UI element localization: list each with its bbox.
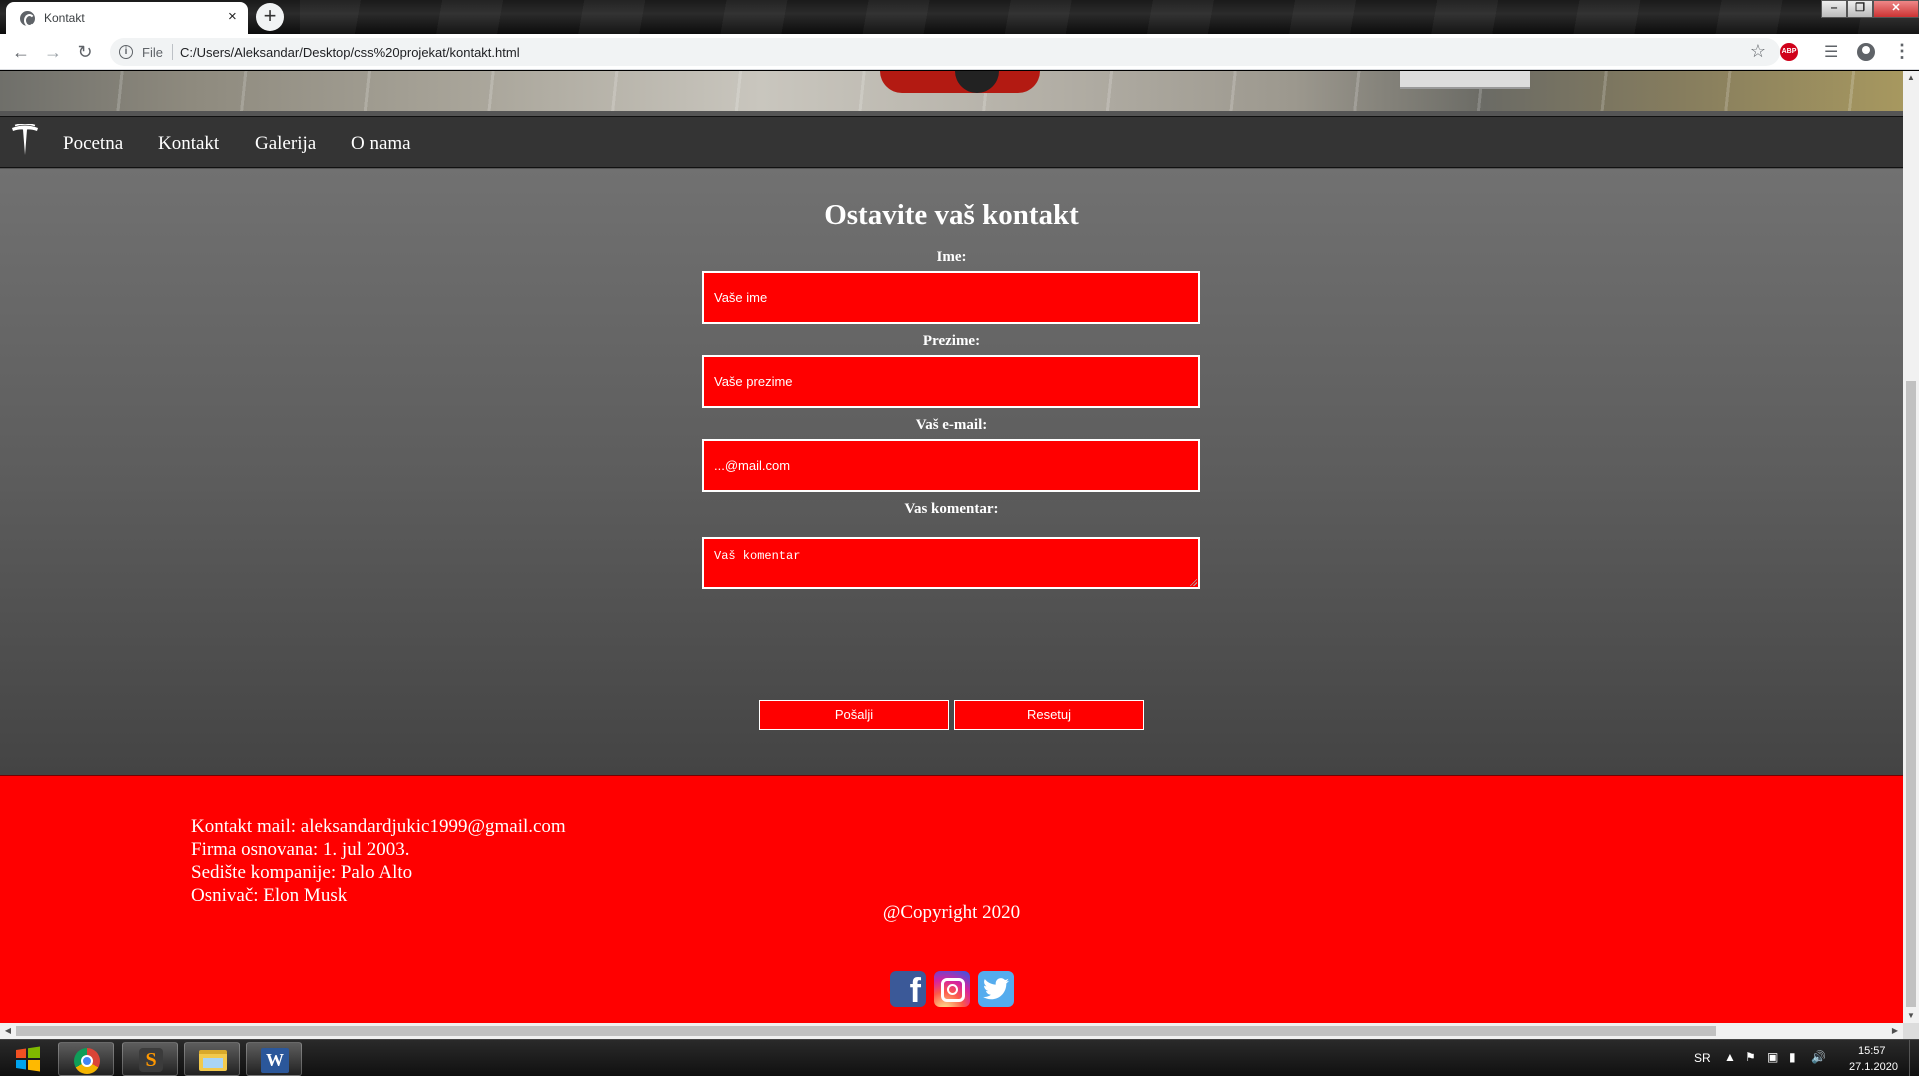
vertical-scrollbar[interactable]: ▲ ▼ — [1903, 71, 1919, 1023]
bookmark-star-icon[interactable]: ☆ — [1750, 41, 1766, 62]
taskbar-explorer[interactable] — [184, 1042, 240, 1076]
kebab-menu-icon[interactable]: ⋮ — [1893, 41, 1911, 62]
restore-button[interactable]: ❐ — [1847, 0, 1873, 18]
windows-taskbar: S W SR ▲ ⚑ ▣ ▮ 🔊 15:57 27.1.2020 — [0, 1039, 1919, 1076]
info-icon[interactable]: i — [119, 45, 133, 59]
scroll-down-icon[interactable]: ▼ — [1903, 1009, 1919, 1023]
action-center-flag-icon[interactable]: ⚑ — [1745, 1050, 1756, 1064]
footer-founded: Firma osnovana: 1. jul 2003. — [191, 839, 410, 860]
scroll-right-icon[interactable]: ▶ — [1887, 1023, 1903, 1039]
site-footer: Kontakt mail: aleksandardjukic1999@gmail… — [0, 775, 1903, 1023]
taskbar-sublime[interactable]: S — [122, 1042, 178, 1076]
facebook-icon[interactable] — [890, 971, 926, 1011]
network-signal-icon[interactable]: ▮ — [1789, 1050, 1796, 1064]
window-controls: ‒ ❐ ✕ — [1821, 0, 1919, 18]
tab-close-icon[interactable]: × — [228, 8, 237, 26]
back-arrow-icon[interactable]: ← — [10, 41, 32, 63]
clock-date[interactable]: 27.1.2020 — [1849, 1061, 1898, 1073]
sublime-text-icon: S — [139, 1048, 163, 1072]
volume-icon[interactable]: 🔊 — [1811, 1050, 1826, 1064]
scrollbar-corner — [1903, 1023, 1919, 1039]
email-input[interactable]: ...@mail.com — [702, 439, 1200, 492]
label-ime: Ime: — [936, 249, 967, 265]
label-komentar: Vas komentar: — [904, 501, 999, 517]
taskbar-chrome[interactable] — [58, 1042, 114, 1076]
contact-form-section: Ostavite vaš kontakt Ime: Vaše ime Prezi… — [0, 169, 1903, 775]
windows-start-icon[interactable] — [8, 1044, 48, 1074]
nav-link-galerija[interactable]: Galerija — [255, 133, 316, 155]
address-bar[interactable]: i File C:/Users/Aleksandar/Desktop/css%2… — [110, 38, 1780, 66]
footer-contact-mail: Kontakt mail: aleksandardjukic1999@gmail… — [191, 816, 566, 837]
posalji-button[interactable]: Pošalji — [759, 700, 949, 730]
page-viewport: Pocetna Kontakt Galerija O nama Ostavite… — [0, 71, 1903, 1023]
komentar-placeholder: Vaš komentar — [714, 549, 801, 563]
horizontal-scroll-thumb[interactable] — [16, 1026, 1716, 1036]
profile-avatar-icon[interactable] — [1857, 43, 1875, 61]
url-scheme: File — [142, 45, 163, 60]
browser-tab-strip: Kontakt × + ‒ ❐ ✕ — [0, 0, 1919, 34]
label-email: Vaš e-mail: — [915, 417, 988, 433]
divider — [172, 44, 173, 60]
copyright-text: @Copyright 2020 — [882, 902, 1021, 923]
horizontal-scrollbar[interactable]: ◀ ▶ — [0, 1023, 1903, 1039]
minimize-button[interactable]: ‒ — [1821, 0, 1847, 18]
url-text[interactable]: C:/Users/Aleksandar/Desktop/css%20projek… — [180, 45, 520, 60]
scroll-up-icon[interactable]: ▲ — [1903, 71, 1919, 85]
resetuj-button[interactable]: Resetuj — [954, 700, 1144, 730]
globe-icon — [20, 11, 35, 27]
tab-title: Kontakt — [44, 11, 85, 25]
power-icon[interactable]: ▣ — [1767, 1050, 1778, 1064]
komentar-textarea[interactable]: Vaš komentar — [702, 537, 1200, 589]
prezime-input[interactable]: Vaše prezime — [702, 355, 1200, 408]
new-tab-button[interactable]: + — [256, 3, 284, 31]
resize-handle-icon[interactable] — [1189, 578, 1197, 586]
instagram-icon[interactable] — [934, 971, 970, 1007]
hero-image — [0, 71, 1903, 111]
ime-input[interactable]: Vaše ime — [702, 271, 1200, 324]
adblock-extension-icon[interactable]: ABP — [1780, 43, 1798, 61]
forward-arrow-icon[interactable]: → — [42, 41, 64, 63]
nav-link-pocetna[interactable]: Pocetna — [63, 133, 123, 155]
show-desktop-button[interactable] — [1909, 1040, 1919, 1076]
vertical-scroll-thumb[interactable] — [1906, 381, 1916, 1007]
scroll-left-icon[interactable]: ◀ — [0, 1023, 16, 1039]
language-indicator[interactable]: SR — [1694, 1051, 1711, 1065]
browser-toolbar: ← → ↻ i File C:/Users/Aleksandar/Desktop… — [0, 34, 1919, 70]
hero-garage-shape — [1400, 71, 1530, 89]
tesla-logo-icon[interactable] — [10, 124, 40, 158]
clock-time[interactable]: 15:57 — [1858, 1045, 1886, 1057]
twitter-icon[interactable] — [978, 971, 1014, 1007]
site-navbar: Pocetna Kontakt Galerija O nama — [0, 116, 1903, 168]
media-controls-icon[interactable]: ☰ — [1824, 42, 1838, 62]
tray-expand-icon[interactable]: ▲ — [1724, 1050, 1736, 1064]
chrome-icon — [74, 1048, 100, 1074]
twitter-bird-shape — [983, 978, 1009, 1000]
footer-headquarters: Sedište kompanije: Palo Alto — [191, 862, 413, 883]
word-icon: W — [261, 1048, 289, 1073]
browser-tab-kontakt[interactable]: Kontakt × — [6, 2, 248, 34]
close-window-button[interactable]: ✕ — [1873, 0, 1919, 18]
reload-icon[interactable]: ↻ — [74, 41, 96, 63]
taskbar-word[interactable]: W — [246, 1042, 302, 1076]
label-prezime: Prezime: — [922, 333, 981, 349]
page-title: Ostavite vaš kontakt — [824, 199, 1079, 231]
nav-link-o-nama[interactable]: O nama — [351, 133, 411, 155]
nav-link-kontakt[interactable]: Kontakt — [158, 133, 219, 155]
file-explorer-icon — [199, 1050, 227, 1071]
